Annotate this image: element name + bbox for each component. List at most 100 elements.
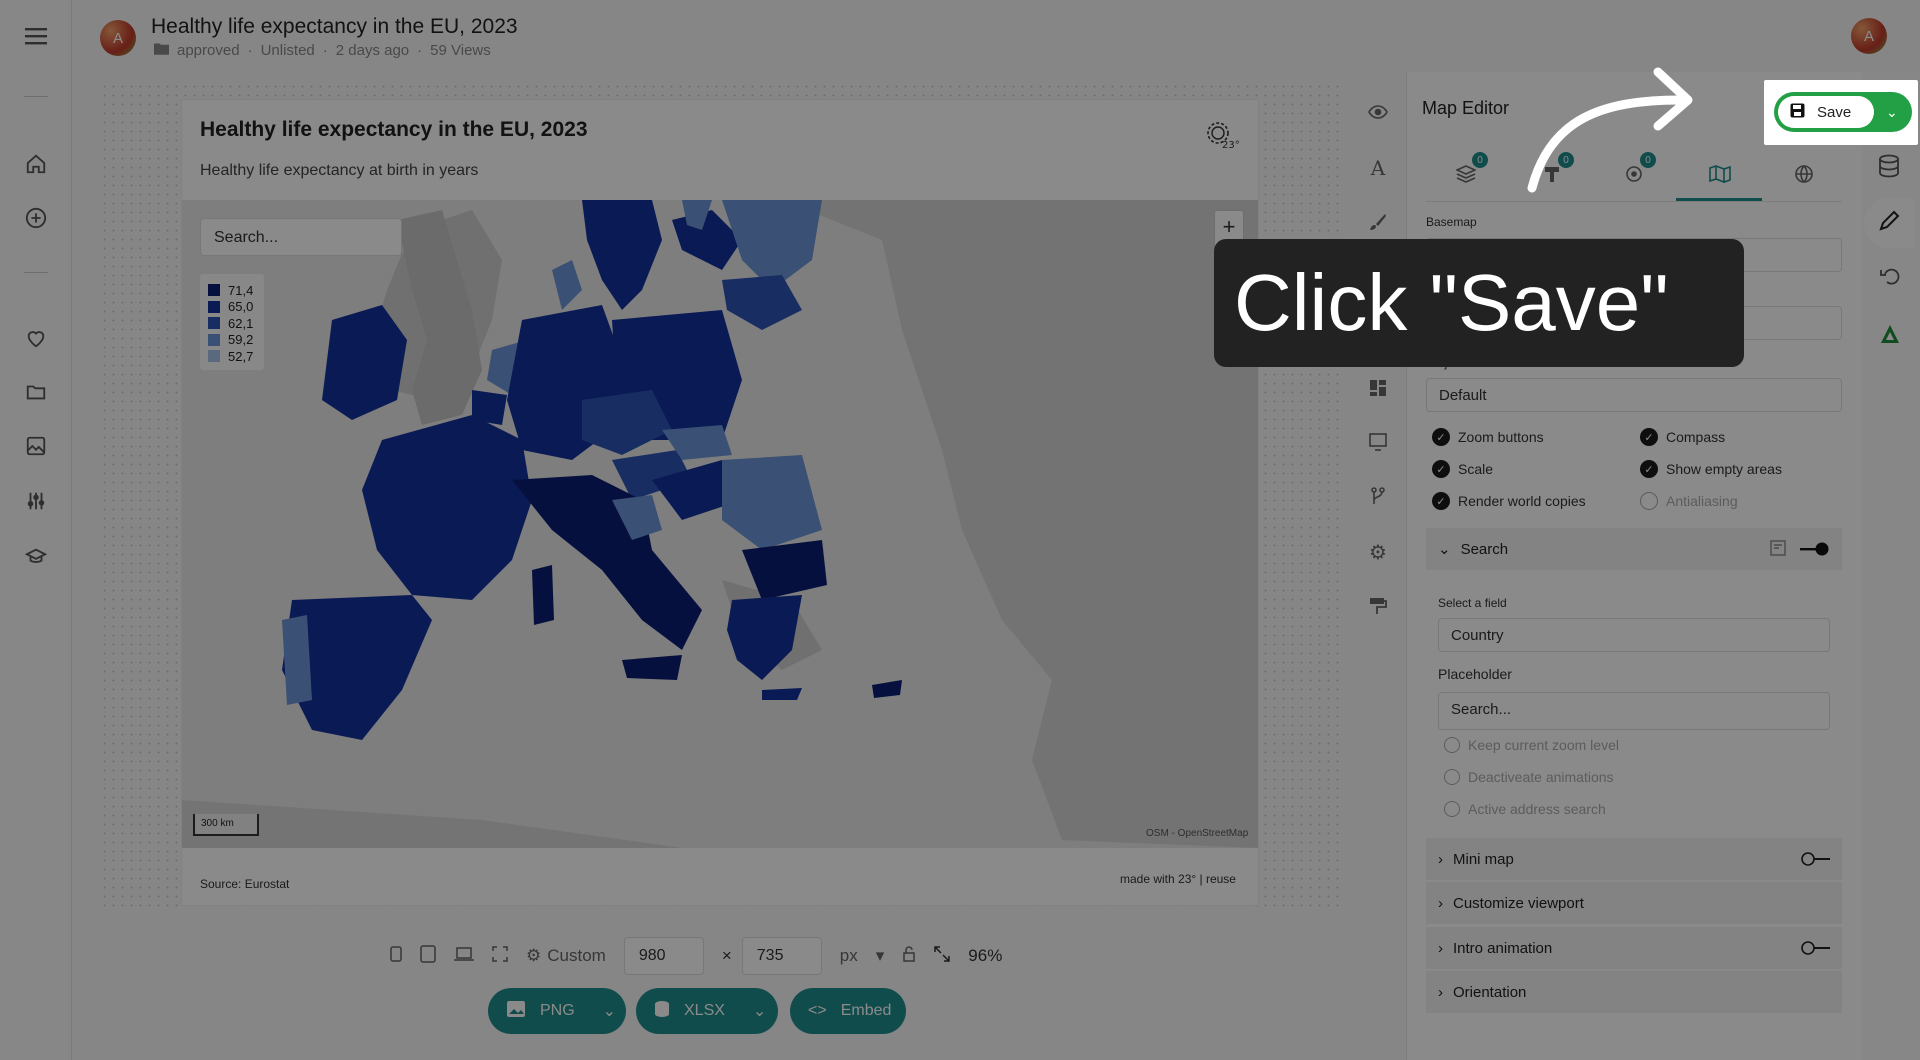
checkbox-render-world-copies[interactable]: ✓ Render world copies [1432, 492, 1586, 510]
fit-icon[interactable] [934, 945, 951, 967]
section-mini-map[interactable]: › Mini map [1426, 838, 1842, 880]
legend-item: 65,0 [208, 299, 256, 316]
tab-globe[interactable] [1790, 160, 1818, 188]
home-icon[interactable] [22, 150, 50, 178]
folder-icon[interactable] [22, 378, 50, 406]
section-customize-viewport[interactable]: › Customize viewport [1426, 882, 1842, 924]
field-select[interactable]: Country [1438, 618, 1830, 652]
search-toggle[interactable] [1800, 541, 1830, 557]
radio-icon [1444, 769, 1460, 785]
png-button[interactable]: PNG ⌄ [488, 988, 626, 1034]
eye-icon[interactable] [1364, 98, 1392, 126]
checkbox-label: Antialiasing [1666, 493, 1738, 509]
folder-name[interactable]: approved [177, 42, 240, 59]
projection-select[interactable]: Default [1426, 378, 1842, 412]
checkbox-show-empty-areas[interactable]: ✓ Show empty areas [1640, 460, 1782, 478]
source-note: Source: Eurostat [200, 877, 290, 891]
radio-deactivate-animations[interactable]: Deactiveate animations [1444, 769, 1614, 785]
paint-roller-icon[interactable] [1364, 592, 1392, 620]
europe-map[interactable] [182, 200, 1258, 848]
branch-icon[interactable] [1364, 482, 1392, 510]
learn-icon[interactable] [22, 543, 50, 571]
map-legend: 71,4 65,0 62,1 59,2 52,7 [200, 274, 264, 370]
preset-label: Custom [547, 946, 606, 965]
image-icon [506, 1000, 526, 1023]
checkbox-compass[interactable]: ✓ Compass [1640, 428, 1725, 446]
preset-selector[interactable]: ⚙ Custom [526, 946, 606, 966]
svg-text:23°: 23° [1222, 140, 1240, 150]
fullscreen-icon[interactable] [492, 945, 508, 967]
save-button[interactable]: Save ⌄ [1774, 92, 1912, 132]
embed-button[interactable]: <> Embed [790, 988, 906, 1034]
section-orientation[interactable]: › Orientation [1426, 971, 1842, 1013]
menu-icon[interactable] [22, 22, 50, 50]
width-input[interactable]: 980 [623, 937, 704, 975]
check-icon: ✓ [1432, 460, 1450, 478]
user-avatar[interactable]: A [1851, 18, 1887, 54]
lock-icon[interactable] [902, 945, 916, 967]
radio-label: Deactiveate animations [1468, 769, 1614, 785]
edit-tab[interactable] [1864, 198, 1914, 248]
device-icon[interactable] [1364, 428, 1392, 456]
add-icon[interactable] [22, 204, 50, 232]
folder-icon [154, 42, 169, 59]
database-icon[interactable] [1878, 154, 1900, 183]
xlsx-button[interactable]: XLSX ⌄ [636, 988, 778, 1034]
brush-icon[interactable] [1364, 208, 1392, 236]
section-intro-animation[interactable]: › Intro animation [1426, 927, 1842, 969]
gear-icon: ⚙ [526, 946, 542, 965]
unit-dropdown-icon[interactable]: ▾ [876, 946, 885, 966]
brand-logo-icon[interactable] [1880, 324, 1900, 349]
checkbox-zoom-buttons[interactable]: ✓ Zoom buttons [1432, 428, 1544, 446]
visibility-label: Unlisted [260, 42, 315, 59]
png-label: PNG [540, 1002, 575, 1019]
height-input[interactable]: 735 [741, 937, 822, 975]
intro-animation-toggle[interactable] [1800, 940, 1830, 956]
map-view[interactable] [182, 200, 1258, 848]
chevron-right-icon: › [1438, 850, 1443, 868]
map-search-input[interactable]: Search... [200, 218, 402, 256]
image-icon[interactable] [22, 432, 50, 460]
radio-icon [1444, 801, 1460, 817]
undo-icon[interactable] [1880, 266, 1900, 291]
section-title: Customize viewport [1453, 894, 1584, 912]
page-title[interactable]: Healthy life expectancy in the EU, 2023 [151, 15, 518, 39]
settings-icon[interactable]: ⚙ [1364, 538, 1392, 566]
text-icon[interactable]: A [1364, 154, 1392, 182]
avatar[interactable]: A [100, 20, 136, 56]
sidebar-divider [24, 96, 48, 97]
sliders-icon[interactable] [22, 487, 50, 515]
xlsx-label: XLSX [684, 1002, 725, 1019]
basemap-label: Basemap [1426, 215, 1477, 229]
settings-box-icon[interactable] [1770, 540, 1786, 560]
unit-label: px [839, 946, 858, 965]
chevron-down-icon[interactable]: ⌄ [1886, 104, 1898, 121]
mobile-icon[interactable] [390, 945, 402, 967]
placeholder-input[interactable]: Search... [1438, 692, 1830, 730]
meta-dot: · [322, 42, 328, 59]
tab-layers[interactable]: 0 [1452, 152, 1488, 188]
save-label: Save [1817, 103, 1852, 121]
made-with-link[interactable]: made with 23° | reuse [1120, 872, 1236, 886]
chevron-down-icon[interactable]: ⌄ [753, 1001, 766, 1021]
view-count: 59 Views [430, 42, 491, 59]
map-attribution[interactable]: OSM - OpenStreetMap [1146, 828, 1248, 839]
zoom-level[interactable]: 96% [968, 946, 1002, 966]
heart-icon[interactable] [22, 324, 50, 352]
layout-icon[interactable] [1364, 374, 1392, 402]
size-toolbar: ⚙ Custom 980 × 735 px ▾ 96% [390, 937, 1002, 975]
pencil-icon [1878, 210, 1900, 237]
checkbox-antialiasing[interactable]: Antialiasing [1640, 492, 1738, 510]
checkbox-scale[interactable]: ✓ Scale [1432, 460, 1493, 478]
radio-address-search[interactable]: Active address search [1444, 801, 1606, 817]
sidebar-divider [24, 272, 48, 273]
radio-keep-zoom[interactable]: Keep current zoom level [1444, 737, 1619, 753]
section-search[interactable]: ⌄ Search [1426, 528, 1842, 570]
mini-map-toggle[interactable] [1800, 851, 1830, 867]
laptop-icon[interactable] [454, 946, 474, 967]
chevron-down-icon[interactable]: ⌄ [603, 1001, 616, 1021]
save-main[interactable]: Save [1778, 96, 1874, 128]
radio-label: Keep current zoom level [1468, 737, 1619, 753]
tablet-icon[interactable] [420, 944, 436, 968]
section-title: Search [1460, 540, 1509, 558]
